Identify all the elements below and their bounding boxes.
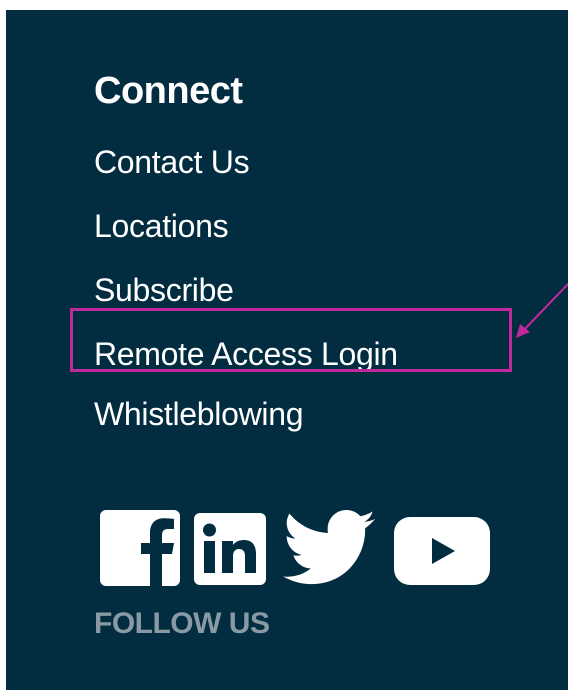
contact-us-link[interactable]: Contact Us bbox=[94, 142, 250, 182]
connect-heading: Connect bbox=[94, 70, 243, 112]
twitter-icon[interactable] bbox=[283, 510, 377, 588]
linkedin-icon[interactable] bbox=[194, 513, 266, 585]
annotation-arrow bbox=[516, 283, 568, 338]
locations-link[interactable]: Locations bbox=[94, 206, 229, 246]
whistleblowing-link[interactable]: Whistleblowing bbox=[94, 394, 304, 434]
facebook-icon[interactable] bbox=[100, 510, 180, 586]
youtube-icon[interactable] bbox=[394, 517, 490, 585]
annotation-highlight-box bbox=[70, 308, 512, 372]
follow-us-label: FOLLOW US bbox=[94, 607, 270, 640]
subscribe-link[interactable]: Subscribe bbox=[94, 270, 234, 310]
